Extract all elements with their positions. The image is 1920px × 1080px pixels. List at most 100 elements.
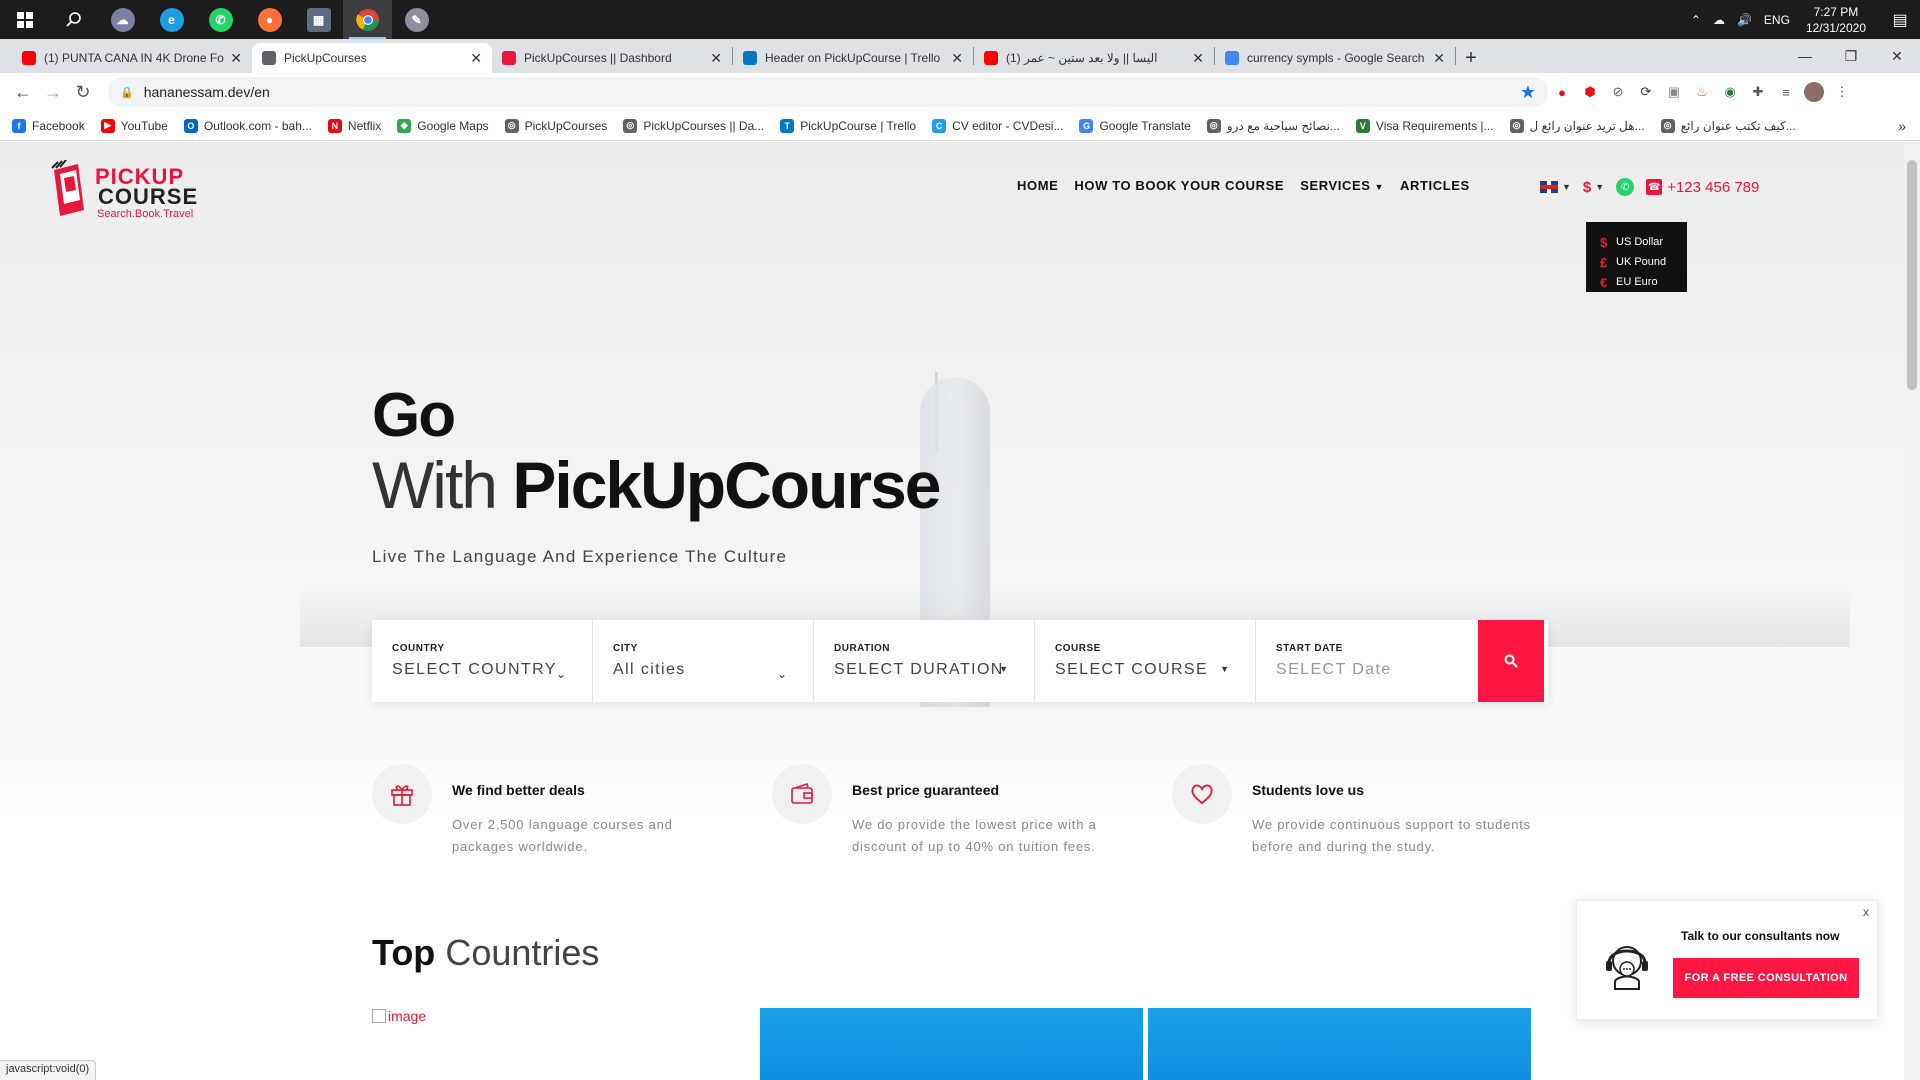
country-label: COUNTRY	[392, 643, 445, 654]
onedrive-icon[interactable]: ☁	[1713, 13, 1725, 27]
address-bar[interactable]: 🔒 hananessam.dev/en ★	[108, 77, 1548, 107]
tab-close-icon[interactable]: ✕	[1433, 50, 1445, 67]
tab-close-icon[interactable]: ✕	[470, 50, 482, 67]
hero-title-brand: PickUpCourse	[512, 448, 941, 522]
browser-tab[interactable]: (1) اليسا || ولا بعد ستين ~ عمر ✕	[974, 43, 1214, 73]
profile-avatar[interactable]	[1800, 78, 1828, 106]
chrome-icon[interactable]	[343, 0, 392, 39]
start-date-field[interactable]: START DATE SELECT Date	[1256, 620, 1478, 702]
search-icon[interactable]	[49, 0, 98, 39]
whatsapp-icon[interactable]: ✆	[196, 0, 245, 39]
bookmark-item[interactable]: V Visa Requirements |...	[1355, 118, 1494, 133]
city-select[interactable]: CITY All cities ⌄	[593, 620, 814, 702]
minimize-icon[interactable]: —	[1782, 39, 1828, 73]
bookmark-item[interactable]: C CV editor - CVDesi...	[932, 118, 1064, 133]
page-scrollbar[interactable]	[1904, 142, 1920, 1080]
windows-start-icon[interactable]	[0, 0, 49, 39]
system-tray: ⌃ ☁ 🔊 ENG 7:27 PM 12/31/2020 ▤	[1685, 0, 1920, 39]
forward-arrow-icon[interactable]: →	[38, 77, 68, 107]
browser-toolbar: ← → ↻ 🔒 hananessam.dev/en ★ ● ⬢ ⊘ ⟳ ▣ ♨ …	[0, 73, 1920, 111]
course-select[interactable]: COURSE SELECT COURSE ▼	[1035, 620, 1256, 702]
country-select[interactable]: COUNTRY SELECT COUNTRY ⌄	[372, 620, 593, 702]
new-tab-plus-icon[interactable]: +	[1456, 43, 1486, 73]
nav-how-to-book[interactable]: HOW TO BOOK YOUR COURSE	[1074, 178, 1284, 193]
camera-extension-icon[interactable]: ▣	[1660, 78, 1688, 106]
globe-extension-icon[interactable]: ◉	[1716, 78, 1744, 106]
reload-icon[interactable]: ↻	[68, 77, 98, 107]
bookmark-item[interactable]: ◎ PickUpCourses	[504, 118, 607, 133]
nav-articles[interactable]: ARTICLES	[1400, 178, 1470, 193]
bookmarks-overflow-icon[interactable]: »	[1898, 118, 1906, 134]
free-consultation-button[interactable]: FOR A FREE CONSULTATION	[1673, 958, 1859, 998]
bookmark-item[interactable]: O Outlook.com - bah...	[183, 118, 312, 133]
site-logo[interactable]: PICKUP COURSE Search.Book.Travel	[50, 158, 210, 222]
bookmark-item[interactable]: ▶ YouTube	[100, 118, 168, 133]
broken-image[interactable]: image	[372, 1008, 426, 1024]
clock[interactable]: 7:27 PM 12/31/2020	[1806, 4, 1866, 36]
currency-option-label: US Dollar	[1616, 236, 1664, 248]
block-extension-icon[interactable]: ⊘	[1604, 78, 1632, 106]
search-button[interactable]	[1478, 620, 1544, 702]
bookmark-label: CV editor - CVDesi...	[952, 118, 1064, 133]
currency-selector[interactable]: $	[1583, 179, 1591, 196]
sync-extension-icon[interactable]: ⟳	[1632, 78, 1660, 106]
volume-icon[interactable]: 🔊	[1737, 13, 1752, 27]
fire-extension-icon[interactable]: ♨	[1688, 78, 1716, 106]
edge-icon[interactable]: e	[147, 0, 196, 39]
uk-flag-icon[interactable]	[1540, 181, 1558, 193]
bookmark-item[interactable]: G Google Translate	[1079, 118, 1191, 133]
close-icon[interactable]: x	[1863, 905, 1869, 919]
currency-option-gbp[interactable]: £ UK Pound	[1600, 252, 1687, 272]
scrollbar-thumb[interactable]	[1907, 160, 1917, 390]
browser-tab[interactable]: PickUpCourses ✕	[252, 43, 492, 73]
adblock-extension-icon[interactable]: ⬢	[1576, 78, 1604, 106]
bookmark-item[interactable]: N Netflix	[327, 118, 381, 133]
browser-tab[interactable]: PickUpCourses || Dashbord ✕	[492, 43, 732, 73]
feature-best-price: Best price guaranteed We do provide the …	[772, 764, 1132, 874]
duration-select[interactable]: DURATION SELECT DURATION ▼	[814, 620, 1035, 702]
feature-text: Over 2,500 language courses and packages…	[452, 817, 673, 854]
bookmark-item[interactable]: ◎ كيف تكتب عنوان رائع...	[1660, 118, 1796, 133]
country-card-image[interactable]	[1148, 1008, 1531, 1080]
phone-number[interactable]: +123 456 789	[1667, 179, 1759, 196]
calculator-icon[interactable]: ▦	[294, 0, 343, 39]
bookmark-item[interactable]: ◎ نصائح سياحية مع درو...	[1206, 118, 1340, 133]
nav-services[interactable]: SERVICES ▼	[1300, 178, 1384, 193]
back-arrow-icon[interactable]: ←	[8, 77, 38, 107]
tab-close-icon[interactable]: ✕	[1192, 50, 1204, 67]
country-card-image[interactable]	[760, 1008, 1143, 1080]
bookmark-item[interactable]: ◎ PickUpCourses || Da...	[623, 118, 764, 133]
browser-tab[interactable]: (1) PUNTA CANA IN 4K Drone Fo ✕	[12, 43, 252, 73]
language-indicator[interactable]: ENG	[1764, 13, 1790, 27]
currency-option-eur[interactable]: € EU Euro	[1600, 272, 1687, 292]
bookmark-item[interactable]: ◎ هل تريد عنوان رائع ل...	[1509, 118, 1645, 133]
gift-icon	[372, 764, 432, 824]
bookmark-item[interactable]: ◆ Google Maps	[397, 118, 489, 133]
bookmark-item[interactable]: T PickUpCourse | Trello	[780, 118, 916, 133]
firefox-icon[interactable]: ●	[245, 0, 294, 39]
reading-list-icon[interactable]: ≡	[1772, 78, 1800, 106]
logo-tagline: Search.Book.Travel	[97, 208, 194, 220]
notifications-icon[interactable]: ▤	[1880, 0, 1920, 39]
menu-dots-icon[interactable]: ⋮	[1828, 78, 1856, 106]
chevron-up-icon[interactable]: ⌃	[1691, 13, 1701, 27]
lock-icon[interactable]: 🔒	[120, 86, 134, 99]
whatsapp-icon[interactable]: ✆	[1616, 178, 1635, 196]
bookmark-item[interactable]: f Facebook	[12, 118, 85, 133]
nav-home[interactable]: HOME	[1017, 178, 1058, 193]
browser-tab[interactable]: currency sympls - Google Search ✕	[1215, 43, 1455, 73]
opera-extension-icon[interactable]: ●	[1548, 78, 1576, 106]
tab-close-icon[interactable]: ✕	[710, 50, 722, 67]
bookmark-star-icon[interactable]: ★	[1520, 82, 1536, 103]
currency-chevron-down-icon[interactable]: ▼	[1595, 182, 1604, 192]
language-chevron-down-icon[interactable]: ▼	[1562, 182, 1571, 192]
weather-app-icon[interactable]: ☁	[98, 0, 147, 39]
restore-icon[interactable]: ❐	[1828, 39, 1874, 73]
currency-option-usd[interactable]: $ US Dollar	[1600, 232, 1687, 252]
close-window-icon[interactable]: ✕	[1874, 39, 1920, 73]
tab-close-icon[interactable]: ✕	[951, 50, 963, 67]
browser-tab[interactable]: Header on PickUpCourse | Trello ✕	[733, 43, 973, 73]
tab-close-icon[interactable]: ✕	[230, 50, 242, 67]
paint-icon[interactable]: ✎	[392, 0, 441, 39]
extensions-puzzle-icon[interactable]: ✚	[1744, 78, 1772, 106]
